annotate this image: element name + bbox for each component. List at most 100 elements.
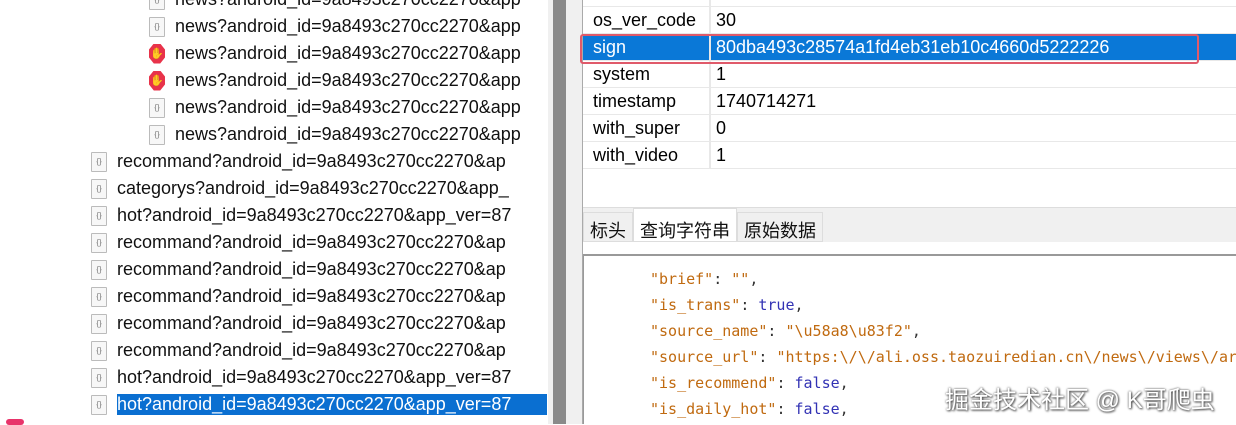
json-colon: : <box>713 270 732 288</box>
json-file-icon: {} <box>91 205 107 226</box>
json-file-icon: {} <box>149 97 165 118</box>
sign-highlight-box <box>580 34 1199 64</box>
json-line: "brief": "", <box>650 266 1236 292</box>
request-url-label: news?android_id=9a8493c270cc2270&app <box>175 43 521 63</box>
watermark: 掘金技术社区 @ K哥爬虫 <box>945 387 1215 414</box>
request-url-label: recommand?android_id=9a8493c270cc2270&ap <box>117 151 506 171</box>
request-list-item[interactable]: {} recommand?android_id=9a8493c270cc2270&… <box>91 283 506 310</box>
request-url-label: recommand?android_id=9a8493c270cc2270&ap <box>117 313 506 333</box>
json-comma: , <box>794 296 804 314</box>
param-value: 1 <box>716 145 727 165</box>
request-list-item[interactable]: {} recommand?android_id=9a8493c270cc2270&… <box>91 256 506 283</box>
request-url-label: recommand?android_id=9a8493c270cc2270&ap <box>117 259 506 279</box>
request-list-item[interactable]: {} recommand?android_id=9a8493c270cc2270&… <box>91 229 506 256</box>
request-url-label: hot?android_id=9a8493c270cc2270&app_ver=… <box>117 367 512 387</box>
json-file-icon: {} <box>91 394 107 415</box>
request-url-label: news?android_id=9a8493c270cc2270&app <box>175 124 521 144</box>
request-url-label: categorys?android_id=9a8493c270cc2270&ap… <box>117 178 509 198</box>
json-value: false <box>794 400 840 418</box>
request-url-label: hot?android_id=9a8493c270cc2270&app_ver=… <box>117 205 512 225</box>
request-list[interactable]: {}news?android_id=9a8493c270cc2270&app{}… <box>0 0 548 424</box>
json-value: "https:\/\/ali.oss.taozuiredian.cn\/news… <box>776 348 1236 366</box>
request-list-item[interactable]: {} recommand?android_id=9a8493c270cc2270&… <box>91 148 506 175</box>
json-value: true <box>758 296 795 314</box>
json-colon: : <box>767 322 786 340</box>
json-value: "" <box>731 270 750 288</box>
request-list-item[interactable]: {} news?android_id=9a8493c270cc2270&app <box>149 0 521 13</box>
json-value: "\u58a8\u83f2" <box>785 322 912 340</box>
status-marker <box>6 419 24 425</box>
json-key: "source_name" <box>650 322 768 340</box>
tab-headers[interactable]: 标头 <box>583 212 633 242</box>
request-list-item[interactable]: {} hot?android_id=9a8493c270cc2270&app_ve… <box>91 391 547 418</box>
query-param-row[interactable]: timestamp 1740714271 <box>583 88 1236 115</box>
request-list-item[interactable]: {} news?android_id=9a8493c270cc2270&app <box>149 13 521 40</box>
query-param-row[interactable]: os_ver_code 30 <box>583 7 1236 34</box>
param-value: 1 <box>716 64 727 84</box>
json-file-icon: {} <box>149 124 165 145</box>
json-file-icon: {} <box>91 313 107 334</box>
query-param-row[interactable]: with_super 0 <box>583 115 1236 142</box>
param-key: system <box>583 61 711 87</box>
json-file-icon: {} <box>91 259 107 280</box>
json-comma: , <box>749 270 759 288</box>
json-file-icon: {} <box>91 178 107 199</box>
tab-raw[interactable]: 原始数据 <box>737 212 823 242</box>
tab-query-string[interactable]: 查询字符串 <box>633 208 737 242</box>
json-file-icon: {} <box>91 286 107 307</box>
request-url-label: recommand?android_id=9a8493c270cc2270&ap <box>117 232 506 252</box>
json-colon: : <box>758 348 777 366</box>
request-list-item[interactable]: {} news?android_id=9a8493c270cc2270&app <box>149 94 521 121</box>
request-list-item[interactable]: {} news?android_id=9a8493c270cc2270&app <box>149 121 521 148</box>
json-value: false <box>794 374 840 392</box>
json-colon: : <box>776 374 795 392</box>
request-list-item[interactable]: {} hot?android_id=9a8493c270cc2270&app_ve… <box>91 202 511 229</box>
param-key: os_ver_code <box>583 7 711 33</box>
json-comma: , <box>839 374 849 392</box>
param-key: nonce <box>583 0 711 6</box>
param-value: 30 <box>716 10 737 30</box>
inspector-tabs: 标头 查询字符串 原始数据 <box>583 207 1236 242</box>
param-key: with_super <box>583 115 711 141</box>
json-file-icon: {} <box>149 16 165 37</box>
json-line: "source_url": "https:\/\/ali.oss.taozuir… <box>650 344 1236 370</box>
json-comma: , <box>911 322 921 340</box>
query-param-row[interactable]: with_video 1 <box>583 142 1236 169</box>
request-list-item[interactable]: ✋ news?android_id=9a8493c270cc2270&app <box>149 67 521 94</box>
request-url-label: recommand?android_id=9a8493c270cc2270&ap <box>117 286 506 306</box>
json-line: "is_trans": true, <box>650 292 1236 318</box>
request-url-label: recommand?android_id=9a8493c270cc2270&ap <box>117 340 506 360</box>
json-comma: , <box>839 400 849 418</box>
param-value: 1740714271 <box>711 0 816 6</box>
param-key: timestamp <box>583 88 711 114</box>
param-value: 0 <box>716 118 727 138</box>
json-colon: : <box>740 296 759 314</box>
json-key: "source_url" <box>650 348 759 366</box>
json-key: "brief" <box>650 270 714 288</box>
request-url-label: news?android_id=9a8493c270cc2270&app <box>175 16 521 36</box>
param-key: with_video <box>583 142 711 168</box>
request-url-label: news?android_id=9a8493c270cc2270&app <box>175 0 521 10</box>
request-list-item[interactable]: {} categorys?android_id=9a8493c270cc2270&… <box>91 175 509 202</box>
request-url-label: news?android_id=9a8493c270cc2270&app <box>175 70 521 90</box>
request-list-item[interactable]: {} recommand?android_id=9a8493c270cc2270&… <box>91 310 506 337</box>
json-file-icon: {} <box>91 232 107 253</box>
param-value: 1740714271 <box>716 91 817 111</box>
query-param-row[interactable]: nonce1740714271 <box>583 0 1236 7</box>
request-list-item[interactable]: {} recommand?android_id=9a8493c270cc2270&… <box>91 337 506 364</box>
json-file-icon: {} <box>91 151 107 172</box>
json-colon: : <box>776 400 795 418</box>
scrollbar-thumb[interactable] <box>553 0 566 424</box>
request-url-label: hot?android_id=9a8493c270cc2270&app_ver=… <box>117 394 547 415</box>
json-file-icon: {} <box>91 340 107 361</box>
json-file-icon: {} <box>149 0 165 10</box>
json-key: "is_trans" <box>650 296 741 314</box>
query-param-row[interactable]: system 1 <box>583 61 1236 88</box>
request-url-label: news?android_id=9a8493c270cc2270&app <box>175 97 521 117</box>
request-list-item[interactable]: ✋ news?android_id=9a8493c270cc2270&app <box>149 40 521 67</box>
json-file-icon: {} <box>91 367 107 388</box>
json-key: "is_daily_hot" <box>650 400 777 418</box>
request-list-item[interactable]: {} hot?android_id=9a8493c270cc2270&app_ve… <box>91 364 511 391</box>
breakpoint-stop-icon: ✋ <box>149 43 165 64</box>
json-line: "source_name": "\u58a8\u83f2", <box>650 318 1236 344</box>
